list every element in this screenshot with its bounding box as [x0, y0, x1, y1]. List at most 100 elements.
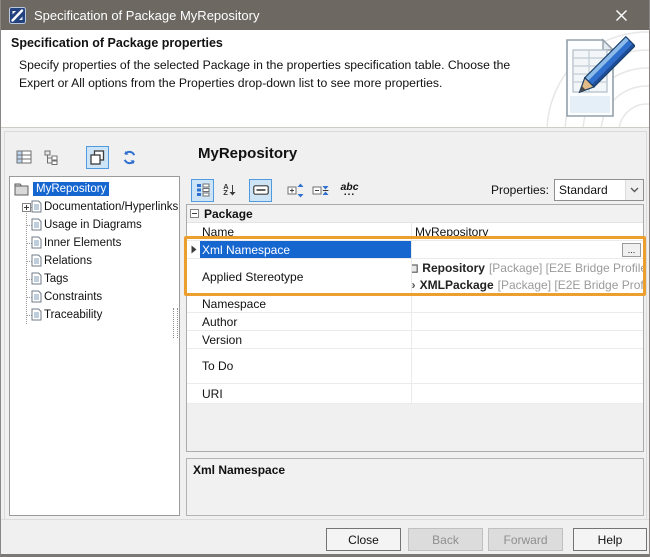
- stereotype-meta: [Package] [E2E Bridge Profile::: [489, 261, 643, 275]
- property-row-name[interactable]: Name MyRepository: [187, 223, 643, 241]
- tree-view-button[interactable]: [40, 146, 63, 169]
- document-page-icon: [31, 200, 42, 213]
- header-description: Specify properties of the selected Packa…: [19, 56, 541, 93]
- properties-view-button[interactable]: [12, 146, 35, 169]
- close-button[interactable]: [601, 0, 641, 30]
- abc-edit-icon: abc ...: [340, 183, 358, 197]
- property-name: Name: [200, 223, 412, 240]
- property-value[interactable]: [412, 295, 643, 312]
- property-row-applied-stereotype[interactable]: Applied Stereotype Repository [Package] …: [187, 259, 643, 295]
- tree-item-label: Traceability: [44, 309, 102, 321]
- alphabetical-sort-button[interactable]: AZ: [218, 179, 241, 202]
- property-value[interactable]: ...: [412, 241, 643, 258]
- tree-node-traceability[interactable]: Traceability: [10, 306, 179, 324]
- show-description-button[interactable]: [249, 179, 272, 202]
- property-row-xml-namespace[interactable]: Xml Namespace ...: [187, 241, 643, 259]
- tree-node-tags[interactable]: Tags: [10, 270, 179, 288]
- categorized-view-icon: [196, 183, 210, 197]
- properties-view-icon: [16, 150, 32, 164]
- stack-view-button[interactable]: [86, 146, 109, 169]
- property-table: Package Name MyRepository Xml Namespace …: [186, 204, 644, 452]
- tree-item-label: Relations: [44, 255, 92, 267]
- categorized-view-button[interactable]: [191, 179, 214, 202]
- expand-nodes-button[interactable]: [284, 179, 307, 202]
- tree-node-constraints[interactable]: Constraints: [10, 288, 179, 306]
- tree-node-root[interactable]: MyRepository: [10, 180, 179, 198]
- expand-plus-icon[interactable]: [22, 203, 31, 212]
- tree-item-label: Documentation/Hyperlinks: [44, 201, 178, 213]
- package-folder-icon: [14, 183, 29, 196]
- title-bar[interactable]: Specification of Package MyRepository: [1, 0, 649, 30]
- collapse-minus-icon[interactable]: [190, 209, 199, 218]
- properties-mode-dropdown[interactable]: Standard: [554, 179, 644, 201]
- close-icon: [615, 9, 628, 22]
- tree-item-label: Constraints: [44, 291, 102, 303]
- collapse-nodes-icon: [312, 183, 329, 198]
- property-value[interactable]: [412, 331, 643, 348]
- chevron-down-icon: [630, 187, 639, 193]
- edit-text-button[interactable]: abc ...: [338, 179, 361, 202]
- expand-nodes-icon: [287, 183, 304, 198]
- tree-node-relations[interactable]: Relations: [10, 252, 179, 270]
- specification-tree: MyRepository Documentation/Hyperlinks Us…: [9, 176, 180, 516]
- window-title: Specification of Package MyRepository: [34, 8, 601, 23]
- stereotype-meta: [Package] [E2E Bridge Profile: [498, 278, 643, 292]
- description-panel: Xml Namespace: [186, 458, 644, 516]
- property-value[interactable]: [412, 384, 643, 403]
- refresh-button[interactable]: [118, 146, 141, 169]
- property-row-author[interactable]: Author: [187, 313, 643, 331]
- property-row-uri[interactable]: URI: [187, 384, 643, 404]
- stereotype-name: XMLPackage: [420, 278, 494, 292]
- stereotype-entry[interactable]: «» XMLPackage [Package] [E2E Bridge Prof…: [412, 277, 643, 295]
- close-dialog-button[interactable]: Close: [326, 528, 401, 551]
- property-name: URI: [200, 384, 412, 403]
- tree-node-documentation[interactable]: Documentation/Hyperlinks: [10, 198, 179, 216]
- group-header-package[interactable]: Package: [187, 205, 643, 223]
- document-page-icon: [31, 236, 42, 249]
- property-row-namespace[interactable]: Namespace: [187, 295, 643, 313]
- document-page-icon: [31, 308, 42, 321]
- property-value[interactable]: [412, 349, 643, 383]
- property-name: Author: [200, 313, 412, 330]
- containment-tree-icon: [44, 150, 60, 165]
- refresh-icon: [122, 150, 137, 165]
- guillemet-icon: «»: [412, 278, 416, 292]
- tree-root-label: MyRepository: [33, 182, 109, 196]
- property-name: Xml Namespace: [200, 241, 412, 258]
- selected-row-marker-icon: [191, 245, 197, 254]
- stereotype-entry[interactable]: Repository [Package] [E2E Bridge Profile…: [412, 259, 643, 277]
- document-page-icon: [31, 254, 42, 267]
- property-name: Version: [200, 331, 412, 348]
- property-name: To Do: [200, 349, 412, 383]
- property-value[interactable]: [412, 313, 643, 330]
- document-page-icon: [31, 272, 42, 285]
- help-button[interactable]: Help: [573, 528, 647, 551]
- dropdown-button[interactable]: [625, 180, 643, 200]
- tree-item-label: Usage in Diagrams: [44, 219, 142, 231]
- property-row-todo[interactable]: To Do: [187, 349, 643, 384]
- description-title: Xml Namespace: [193, 463, 637, 477]
- document-page-icon: [31, 290, 42, 303]
- property-value[interactable]: Repository [Package] [E2E Bridge Profile…: [412, 259, 643, 294]
- stereotype-name: Repository: [422, 261, 485, 275]
- collapse-nodes-button[interactable]: [309, 179, 332, 202]
- property-row-version[interactable]: Version: [187, 331, 643, 349]
- description-area-icon: [253, 185, 269, 195]
- tree-node-usage-in-diagrams[interactable]: Usage in Diagrams: [10, 216, 179, 234]
- properties-mode-label: Properties:: [471, 183, 549, 197]
- dialog-footer: Close Back Forward Help: [1, 519, 649, 554]
- table-empty-area: [187, 404, 643, 451]
- property-value[interactable]: MyRepository: [412, 223, 643, 240]
- group-label: Package: [204, 207, 253, 221]
- properties-mode-value: Standard: [555, 183, 625, 197]
- header-title: Specification of Package properties: [11, 36, 223, 50]
- sidebar-toolbar: [12, 145, 141, 169]
- tree-node-inner-elements[interactable]: Inner Elements: [10, 234, 179, 252]
- open-editor-button[interactable]: ...: [622, 243, 641, 257]
- specification-dialog: Specification of Package MyRepository Sp…: [0, 0, 650, 557]
- stack-view-icon: [90, 150, 105, 165]
- property-name: Namespace: [200, 295, 412, 312]
- panel-splitter-handle[interactable]: [173, 308, 178, 338]
- package-icon: [412, 262, 418, 273]
- document-pencil-icon: [553, 34, 635, 122]
